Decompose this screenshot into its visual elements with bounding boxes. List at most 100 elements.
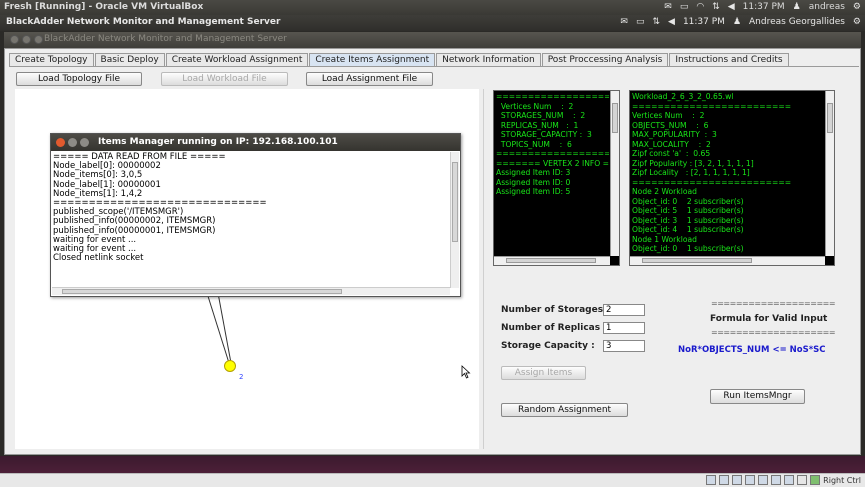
host-titlebar: Fresh [Running] - Oracle VM VirtualBox ✉… [0,0,865,15]
workload-console[interactable]: Workload_2_6_3_2_0.65.wl ===============… [629,90,835,266]
video-capture-icon[interactable] [784,475,795,485]
mouse-cursor-icon [461,365,471,379]
console-line: STORAGES_NUM : 2 [496,111,586,120]
load-workload-button[interactable]: Load Workload File [161,72,288,86]
guest-top-panel: BlackAdder Network Monitor and Managemen… [0,15,865,31]
console-line: REPLICAS_NUM : 1 [496,120,579,130]
tab-create-topology[interactable]: Create Topology [9,53,94,66]
console-line: ========================= [632,177,792,187]
scrollbar-thumb[interactable] [827,103,833,133]
storages-label: Number of Storages: [501,305,607,315]
app-window-titlebar[interactable]: BlackAdder Network Monitor and Managemen… [4,32,861,48]
guest-user[interactable]: Andreas Georgallides [749,17,845,27]
user-icon: ♟ [732,17,742,27]
console-line: OBJECTS_NUM : 6 [632,120,709,130]
horizontal-scrollbar[interactable] [494,256,610,265]
network-icon[interactable]: ⇅ [712,2,720,12]
guest-clock[interactable]: 11:37 PM [683,17,725,27]
vertical-scrollbar[interactable] [610,91,619,256]
app-client-area: Create Topology Basic Deploy Create Work… [4,48,861,455]
console-line: ========================= [632,101,792,111]
vertical-scrollbar[interactable] [450,152,459,288]
vertical-scrollbar[interactable] [825,91,834,256]
scrollbar-thumb[interactable] [62,289,342,294]
guest-app-title: BlackAdder Network Monitor and Managemen… [6,17,281,27]
tab-post-processing-analysis[interactable]: Post Proccessing Analysis [541,53,669,66]
user-icon: ♟ [792,2,801,12]
console-line: Assigned Item ID: 5 [496,187,571,196]
items-manager-output[interactable]: ===== DATA READ FROM FILE ===== Node_lab… [51,151,451,288]
mail-icon[interactable]: ✉ [664,2,672,12]
console-line: ========================= [496,92,609,101]
network-adapter-icon[interactable] [771,475,782,485]
console-line: ========================= [496,149,609,158]
close-window-icon[interactable] [10,35,19,44]
assign-items-button[interactable]: Assign Items [501,366,586,380]
host-window-title: Fresh [Running] - Oracle VM VirtualBox [4,2,204,12]
panel-divider [483,89,484,449]
battery-icon[interactable]: ▭ [636,17,645,27]
storages-field[interactable]: 2 [603,304,645,316]
formula-expression: NoR*OBJECTS_NUM <= NoS*SC [678,345,826,355]
host-clock[interactable]: 11:37 PM [743,2,785,12]
replicas-label: Number of Replicas : [501,323,607,333]
minimize-icon[interactable] [68,138,77,147]
shared-folders-icon[interactable] [745,475,756,485]
mail-icon[interactable]: ✉ [620,17,628,27]
items-manager-title: Items Manager running on IP: 192.168.100… [98,137,338,147]
cdrom-icon[interactable] [719,475,730,485]
run-itemsmngr-button[interactable]: Run ItemsMngr [710,389,805,404]
console-line: Node 2 Workload [632,187,697,196]
assignment-console[interactable]: ========================= Vertices Num :… [493,90,620,266]
volume-icon[interactable]: ◀ [668,17,675,27]
power-gear-icon[interactable]: ⚙ [853,17,861,27]
capacity-field[interactable]: 3 [603,340,645,352]
topology-edge [217,293,232,364]
items-manager-titlebar[interactable]: Items Manager running on IP: 192.168.100… [51,134,460,151]
topology-node[interactable] [224,360,236,372]
tab-basic-deploy[interactable]: Basic Deploy [94,53,165,66]
display-icon[interactable] [758,475,769,485]
random-assignment-button[interactable]: Random Assignment [501,403,628,417]
scrollbar-thumb[interactable] [452,162,458,242]
battery-icon[interactable]: ▭ [680,2,689,12]
console-line: Zipf Popularity : [3, 2, 1, 1, 1, 1] [632,158,754,168]
wifi-icon[interactable]: ◠ [696,2,704,12]
host-key-label: Right Ctrl [823,475,861,485]
scrollbar-thumb[interactable] [612,103,618,133]
replicas-field[interactable]: 1 [603,322,645,334]
tab-bar: Create Topology Basic Deploy Create Work… [9,53,790,67]
scrollbar-thumb[interactable] [642,258,752,263]
hdd-icon[interactable] [706,475,717,485]
load-topology-button[interactable]: Load Topology File [16,72,142,86]
console-line: MAX_POPULARITY : 3 [632,130,717,139]
close-icon[interactable] [56,138,65,147]
workload-console-output: Workload_2_6_3_2_0.65.wl ===============… [632,92,824,255]
console-line: Object_id: 5 1 subscriber(s) [632,206,744,215]
minimize-window-icon[interactable] [22,35,31,44]
horizontal-scrollbar[interactable] [52,287,450,295]
load-assignment-button[interactable]: Load Assignment File [306,72,433,86]
keyboard-capture-icon[interactable] [810,475,821,485]
usb-icon[interactable] [732,475,743,485]
tab-network-information[interactable]: Network Information [436,53,541,66]
host-statusbar: Right Ctrl [0,473,865,487]
console-line: Object_id: 0 1 subscriber(s) [632,244,744,253]
power-gear-icon[interactable]: ⚙ [853,2,861,12]
topology-edges [206,293,232,364]
network-icon[interactable]: ⇅ [652,17,660,27]
scrollbar-thumb[interactable] [506,258,596,263]
tab-create-workload-assignment[interactable]: Create Workload Assignment [165,53,309,66]
items-manager-window[interactable]: Items Manager running on IP: 192.168.100… [50,133,461,297]
console-line: Assigned Item ID: 3 [496,168,571,177]
maximize-icon[interactable] [80,138,89,147]
topology-edge [206,293,230,364]
tab-instructions-and-credits[interactable]: Instructions and Credits [669,53,789,66]
maximize-window-icon[interactable] [34,35,43,44]
horizontal-scrollbar[interactable] [630,256,825,265]
volume-icon[interactable]: ◀ [728,2,735,12]
tab-create-items-assignment[interactable]: Create Items Assignment [309,53,436,66]
console-line: Zipf const 'a' : 0.65 [632,149,711,158]
mouse-integration-icon[interactable] [797,475,808,485]
host-user[interactable]: andreas [809,2,845,12]
